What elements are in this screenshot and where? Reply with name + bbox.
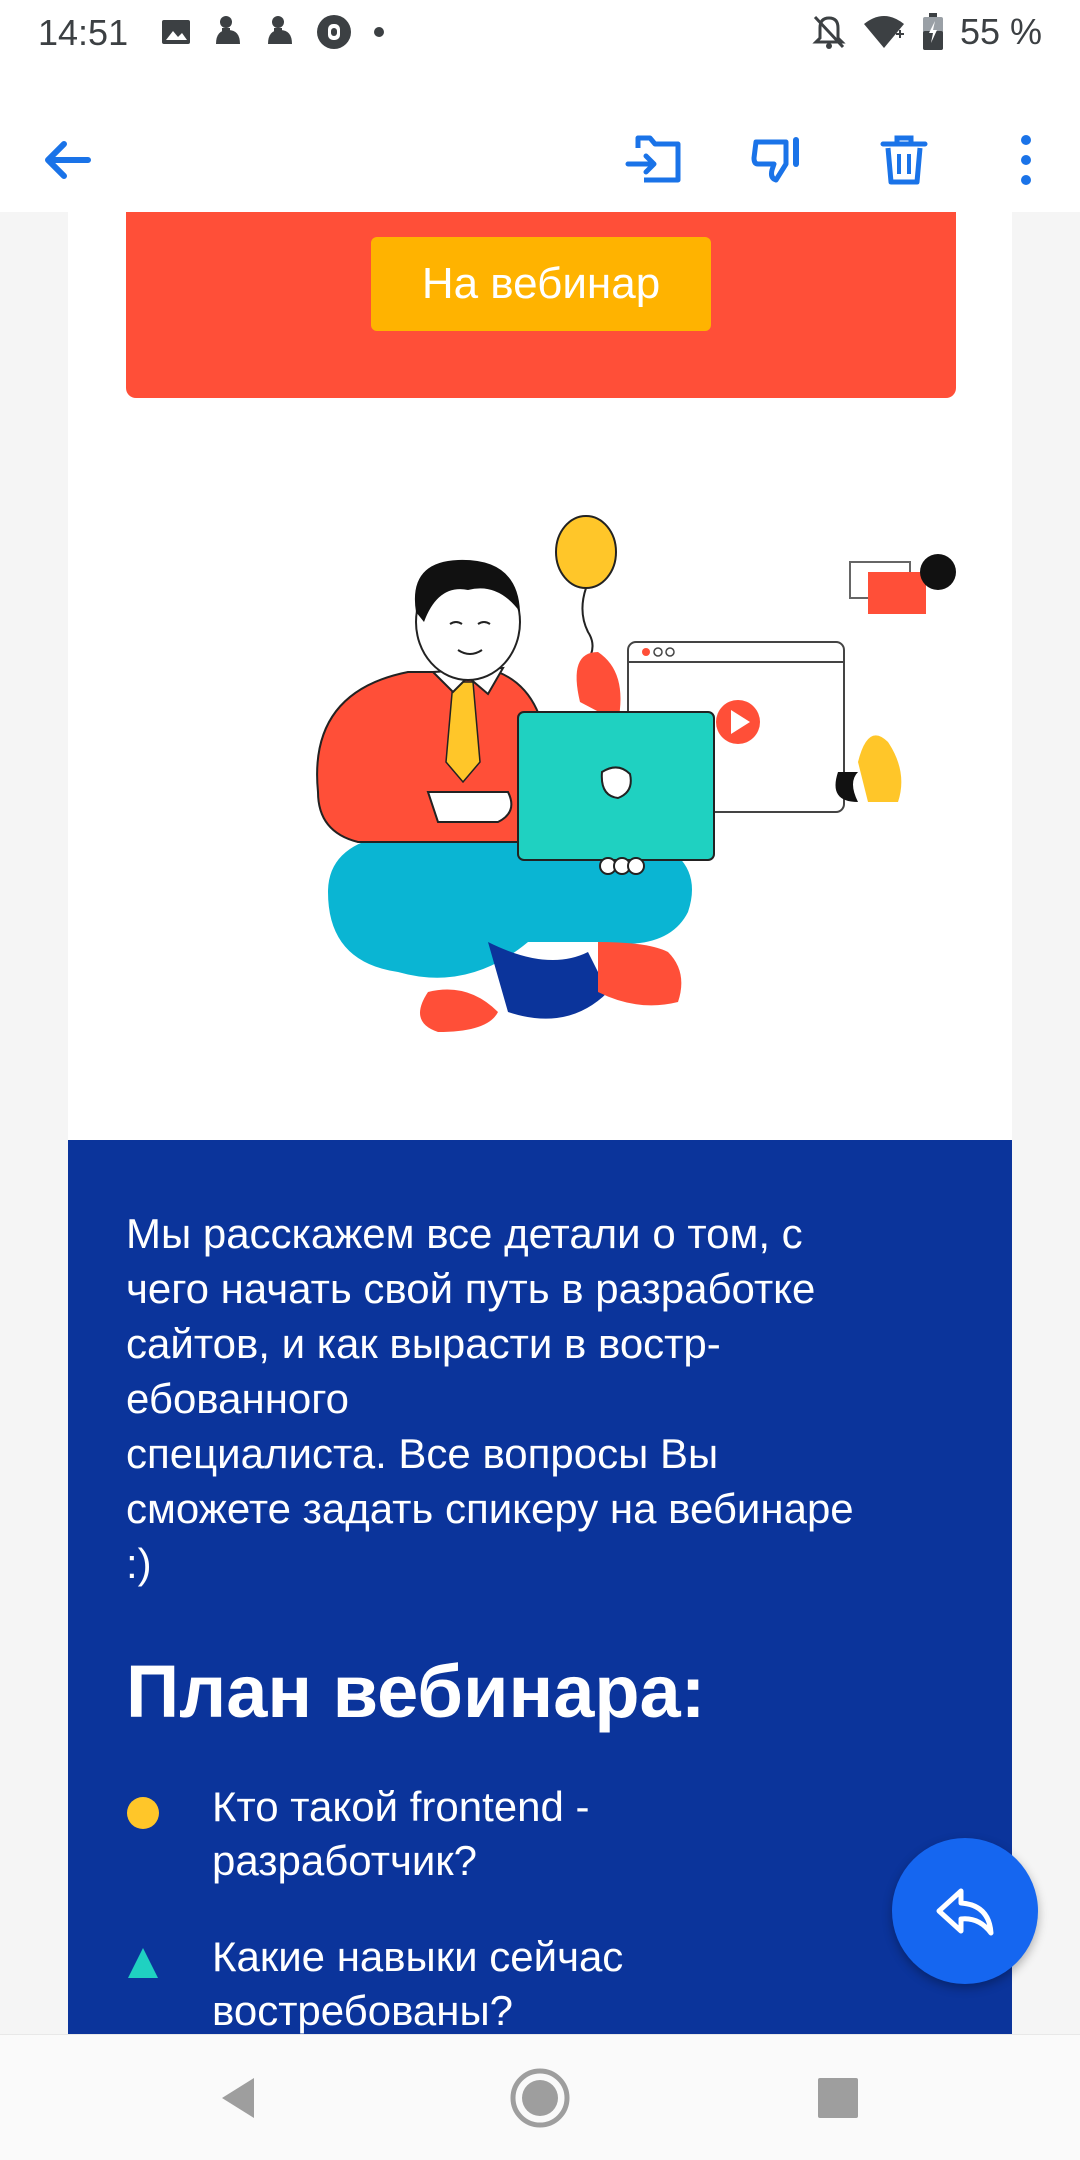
nav-recents-button[interactable] [798,2061,878,2135]
gallery-icon [162,20,190,44]
reply-fab[interactable] [892,1838,1038,1984]
webinar-description-section: Мы расскажем все детали о том, с чего на… [68,1140,1012,2034]
webinar-button[interactable]: На вебинар [371,237,711,331]
notification-icons [160,12,386,52]
trash-icon [880,135,928,185]
notifications-off-icon [812,15,846,49]
cta-banner: На вебинар [126,212,956,398]
laptop-icon [517,711,715,861]
webinar-illustration [316,515,956,1032]
plan-item-text: Какие навыки сейчас востребованы? [212,1933,624,2034]
balloon-icon [555,515,617,665]
android-debug-icon [268,16,292,44]
system-nav-bar [0,2034,1080,2160]
plan-item: Какие навыки сейчас востребованы? [126,1930,976,2034]
plan-title: План вебинара: [126,1650,706,1733]
status-right: 55 % [812,11,1042,52]
intro-paragraph: Мы расскажем все детали о том, с чего на… [126,1210,854,1587]
move-to-button[interactable] [618,124,690,196]
status-bar: 14:51 55 % [0,0,1080,66]
dot-icon [374,27,384,37]
email-scroll-area[interactable]: На вебинар Мы расскажем все детали о том… [0,212,1080,2034]
email-body: На вебинар Мы расскажем все детали о том… [68,212,1012,2034]
move-to-folder-icon [625,135,681,183]
spam-thumb-down-icon [751,137,799,183]
recents-square-icon [818,2078,858,2118]
triangle-bullet-icon [128,1948,158,1978]
spam-button[interactable] [742,124,814,196]
back-button[interactable] [30,124,102,196]
wifi-icon [863,16,904,48]
status-time: 14:51 [38,12,129,53]
lock-circle-icon [317,15,351,49]
email-action-bar [0,110,1080,210]
circle-bullet-icon [127,1797,159,1829]
delete-button[interactable] [868,124,940,196]
more-options-button[interactable] [990,124,1062,196]
battery-icon [922,13,943,50]
reply-icon [936,1888,994,1936]
android-debug-icon [216,16,240,44]
back-triangle-icon [222,2078,254,2118]
home-circle-icon [510,2068,570,2128]
nav-back-button[interactable] [200,2061,280,2135]
plan-item-text: Кто такой frontend - разработчик? [212,1783,590,1884]
arrow-left-icon [45,141,91,179]
plan-item: Кто такой frontend - разработчик? [126,1780,976,1900]
battery-percent: 55 % [959,11,1042,52]
more-vertical-icon [1021,135,1031,185]
nav-home-button[interactable] [500,2061,580,2135]
